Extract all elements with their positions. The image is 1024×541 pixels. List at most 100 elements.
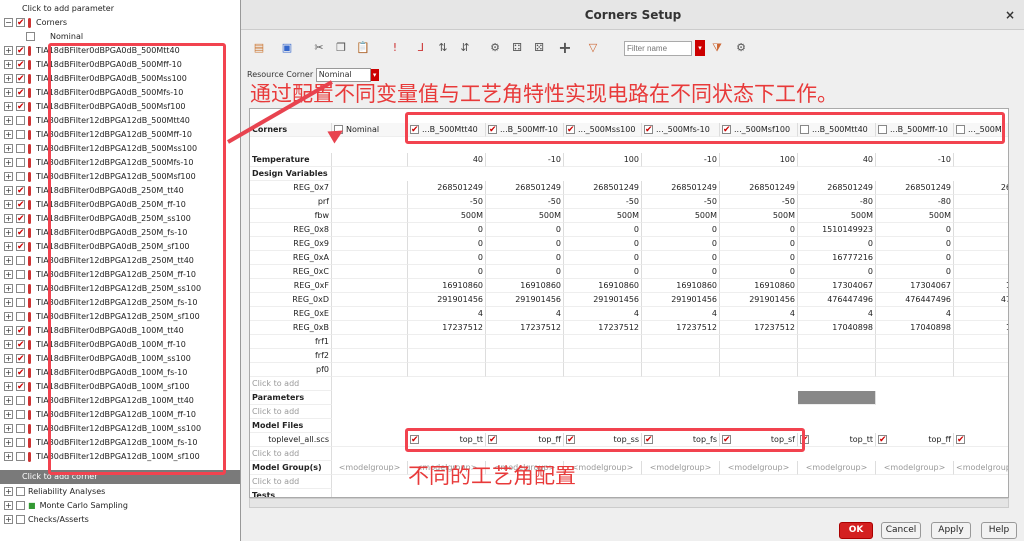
corners-tree-node[interactable]: − Corners xyxy=(4,16,67,30)
variable-value-cell[interactable]: 17237512 xyxy=(486,321,564,335)
variable-value-cell[interactable] xyxy=(798,349,876,363)
variable-value-cell[interactable]: 17237512 xyxy=(642,321,720,335)
variable-value-cell[interactable] xyxy=(332,335,408,349)
import-icon[interactable]: ⚄ xyxy=(531,40,547,56)
variable-value-cell[interactable] xyxy=(720,349,798,363)
variable-value-cell[interactable] xyxy=(564,349,642,363)
variable-value-cell[interactable]: 16910860 xyxy=(564,279,642,293)
click-to-add-model-file[interactable]: Click to add xyxy=(250,447,332,461)
variable-value-cell[interactable]: 476447496 xyxy=(876,293,954,307)
expand-icon[interactable]: + xyxy=(4,102,13,111)
variable-value-cell[interactable]: 16777216 xyxy=(798,251,876,265)
variable-value-cell[interactable] xyxy=(332,209,408,223)
expand-icon[interactable]: + xyxy=(4,354,13,363)
variable-value-cell[interactable]: 0 xyxy=(486,251,564,265)
variable-value-cell[interactable]: 268501249 xyxy=(798,181,876,195)
checks-checkbox[interactable] xyxy=(16,515,25,524)
expand-icon[interactable]: + xyxy=(4,130,13,139)
variable-value-cell[interactable]: 0 xyxy=(642,223,720,237)
variable-value-cell[interactable]: 500M xyxy=(486,209,564,223)
corner-checkbox[interactable] xyxy=(16,312,25,321)
variable-value-cell[interactable]: 16910860 xyxy=(486,279,564,293)
variable-value-cell[interactable]: 17040898 xyxy=(876,321,954,335)
checks-node[interactable]: + Checks/Asserts xyxy=(4,513,89,527)
modelgroup-cell[interactable]: <modelgroup> xyxy=(798,461,876,475)
cut-icon[interactable]: ✂ xyxy=(311,40,327,56)
expand-icon[interactable]: + xyxy=(4,396,13,405)
apply-button[interactable]: Apply xyxy=(931,522,971,539)
add-icon[interactable]: + xyxy=(557,40,573,56)
variable-value-cell[interactable]: 1 xyxy=(954,279,1008,293)
variable-value-cell[interactable]: -50 xyxy=(564,195,642,209)
monte-carlo-node[interactable]: + ■ Monte Carlo Sampling xyxy=(4,499,128,513)
variable-value-cell[interactable] xyxy=(486,363,564,377)
expand-icon[interactable]: + xyxy=(4,214,13,223)
corner-checkbox[interactable] xyxy=(16,396,25,405)
variable-value-cell[interactable] xyxy=(876,335,954,349)
variable-value-cell[interactable] xyxy=(642,335,720,349)
variable-value-cell[interactable] xyxy=(954,335,1008,349)
filter-dropdown-icon[interactable]: ▾ xyxy=(695,40,705,56)
expand-icon[interactable]: + xyxy=(4,438,13,447)
variable-value-cell[interactable]: 0 xyxy=(720,237,798,251)
temperature-cell[interactable]: -10 xyxy=(642,153,720,167)
variable-value-cell[interactable] xyxy=(954,265,1008,279)
corner-checkbox[interactable] xyxy=(16,58,25,72)
variable-value-cell[interactable]: 17237512 xyxy=(564,321,642,335)
variable-value-cell[interactable] xyxy=(332,195,408,209)
expand-icon[interactable]: + xyxy=(4,200,13,209)
variable-value-cell[interactable]: 4 xyxy=(642,307,720,321)
variable-value-cell[interactable]: 0 xyxy=(720,251,798,265)
variable-value-cell[interactable]: 1 xyxy=(954,321,1008,335)
variable-value-cell[interactable]: 26 xyxy=(954,181,1008,195)
variable-value-cell[interactable]: 0 xyxy=(798,237,876,251)
variable-value-cell[interactable] xyxy=(642,349,720,363)
variable-value-cell[interactable]: 47 xyxy=(954,293,1008,307)
variable-value-cell[interactable]: 4 xyxy=(408,307,486,321)
expand-icon[interactable]: + xyxy=(4,46,13,55)
model-section-cell[interactable]: top_ff xyxy=(876,433,954,447)
expand-icon[interactable]: + xyxy=(4,144,13,153)
variable-value-cell[interactable]: 17304067 xyxy=(798,279,876,293)
click-to-add-parameter-row[interactable]: Click to add xyxy=(250,405,332,419)
corner-checkbox[interactable] xyxy=(16,212,25,226)
corner-checkbox[interactable] xyxy=(16,380,25,394)
variable-value-cell[interactable] xyxy=(332,251,408,265)
expand-icon[interactable]: + xyxy=(4,368,13,377)
variable-value-cell[interactable]: 291901456 xyxy=(642,293,720,307)
variable-value-cell[interactable]: 0 xyxy=(642,251,720,265)
variable-value-cell[interactable] xyxy=(720,363,798,377)
variable-value-cell[interactable]: 0 xyxy=(642,265,720,279)
help-button[interactable]: Help xyxy=(981,522,1017,539)
expand-icon[interactable]: + xyxy=(4,60,13,69)
variable-value-cell[interactable]: 0 xyxy=(408,237,486,251)
corner-checkbox[interactable] xyxy=(16,324,25,338)
reliability-checkbox[interactable] xyxy=(16,487,25,496)
variable-value-cell[interactable] xyxy=(798,363,876,377)
expand-icon[interactable]: + xyxy=(4,410,13,419)
expand-icon[interactable]: + xyxy=(4,501,13,510)
click-to-add-variable[interactable]: Click to add xyxy=(250,377,332,391)
variable-value-cell[interactable]: 17237512 xyxy=(408,321,486,335)
variable-value-cell[interactable] xyxy=(954,307,1008,321)
temperature-cell[interactable]: -10 xyxy=(876,153,954,167)
section-checkbox[interactable] xyxy=(878,433,887,446)
corner-checkbox[interactable] xyxy=(16,116,25,125)
ok-button[interactable]: OK xyxy=(839,522,873,539)
section-checkbox[interactable] xyxy=(956,433,965,446)
add-variable-icon[interactable]: ⅃ xyxy=(413,40,429,56)
clear-filter-icon[interactable]: ⧩ xyxy=(709,40,725,56)
variable-value-cell[interactable]: 0 xyxy=(486,223,564,237)
variable-value-cell[interactable] xyxy=(954,363,1008,377)
variable-value-cell[interactable]: -80 xyxy=(876,195,954,209)
variable-value-cell[interactable]: 268501249 xyxy=(720,181,798,195)
expand-icon[interactable]: + xyxy=(4,326,13,335)
corner-checkbox[interactable] xyxy=(16,72,25,86)
variable-value-cell[interactable]: 1510149923 xyxy=(798,223,876,237)
variable-value-cell[interactable]: 0 xyxy=(642,237,720,251)
corner-checkbox[interactable] xyxy=(16,438,25,447)
expand-icon[interactable]: + xyxy=(4,242,13,251)
corner-checkbox[interactable] xyxy=(16,130,25,139)
corner-checkbox[interactable] xyxy=(16,198,25,212)
corner-checkbox[interactable] xyxy=(16,424,25,433)
